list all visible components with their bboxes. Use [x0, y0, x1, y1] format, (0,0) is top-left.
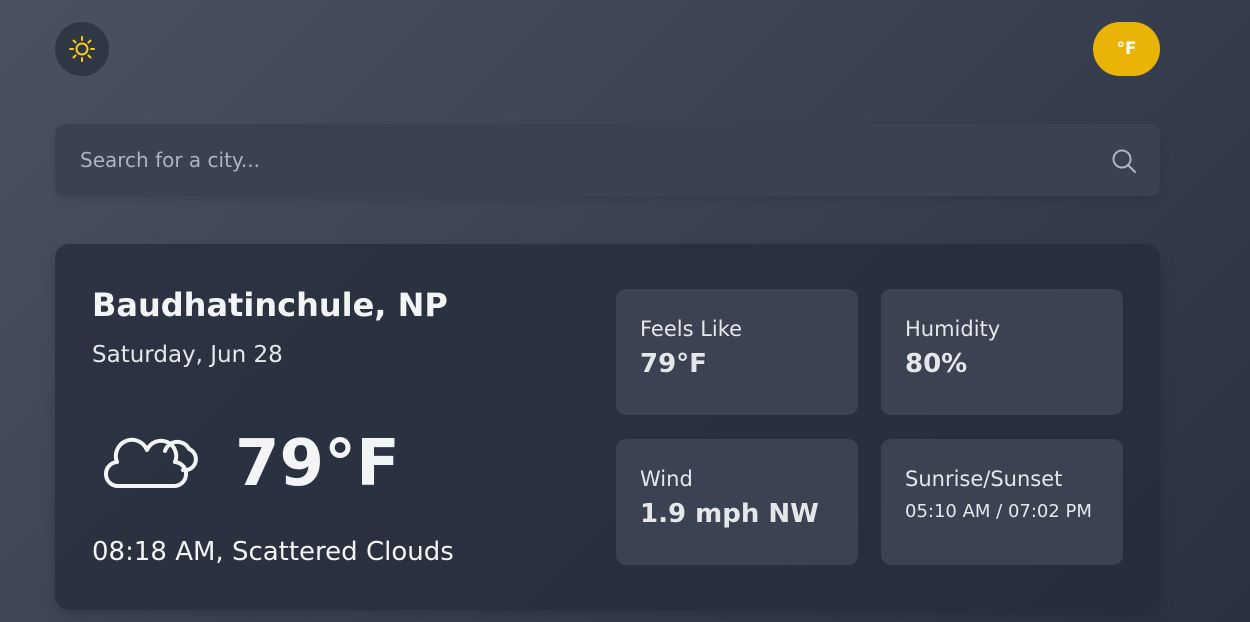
search-bar: [55, 124, 1160, 196]
wind-value: 1.9 mph NW: [640, 499, 819, 529]
search-input[interactable]: [55, 124, 1085, 196]
cloud-icon: [103, 424, 203, 494]
humidity-tile: Humidity 80%: [881, 289, 1123, 415]
feels-like-label: Feels Like: [640, 317, 743, 341]
humidity-label: Humidity: [905, 317, 1001, 341]
theme-toggle-button[interactable]: [55, 22, 109, 76]
current-date: Saturday, Jun 28: [92, 342, 283, 368]
wind-tile: Wind 1.9 mph NW: [616, 439, 858, 565]
humidity-value: 80%: [905, 349, 968, 379]
sunrise-sunset-label: Sunrise/Sunset: [905, 467, 1063, 491]
feels-like-value: 79°F: [640, 349, 707, 379]
city-name: Baudhatinchule, NP: [92, 286, 448, 324]
unit-toggle-button[interactable]: °F: [1093, 22, 1160, 76]
sunrise-sunset-tile: Sunrise/Sunset 05:10 AM / 07:02 PM: [881, 439, 1123, 565]
search-icon: [1111, 148, 1137, 174]
wind-label: Wind: [640, 467, 693, 491]
sun-icon: [67, 34, 97, 64]
current-temperature: 79°F: [235, 427, 400, 501]
time-and-description: 08:18 AM, Scattered Clouds: [92, 537, 454, 567]
feels-like-tile: Feels Like 79°F: [616, 289, 858, 415]
unit-toggle-label: °F: [1116, 39, 1137, 59]
sunrise-sunset-value: 05:10 AM / 07:02 PM: [905, 501, 1092, 522]
current-weather-card: Baudhatinchule, NP Saturday, Jun 28 79°F…: [55, 244, 1160, 610]
search-button[interactable]: [1110, 147, 1138, 175]
